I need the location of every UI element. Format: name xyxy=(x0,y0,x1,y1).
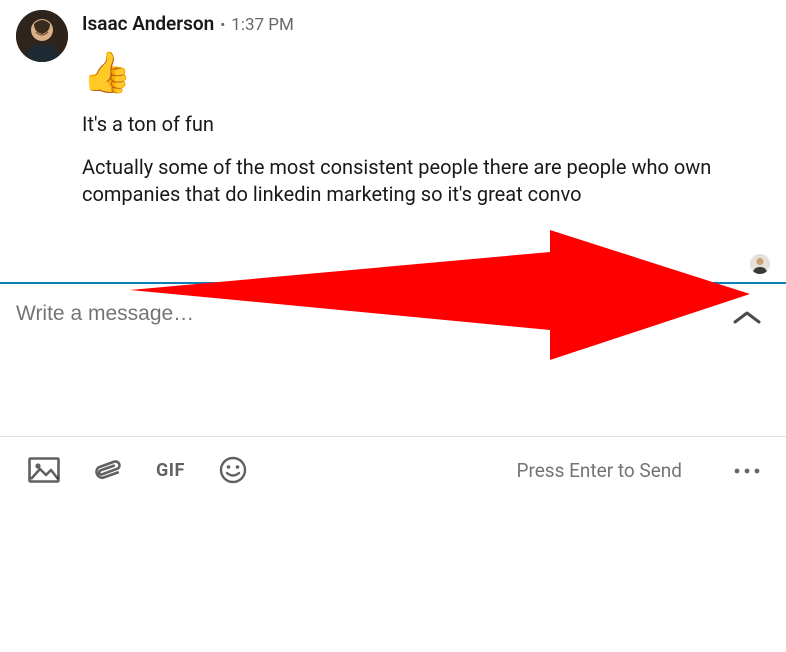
read-receipt-avatar[interactable] xyxy=(750,254,770,274)
message-header: Isaac Anderson • 1:37 PM xyxy=(82,12,770,35)
image-icon[interactable] xyxy=(28,455,60,485)
enter-to-send-hint[interactable]: Press Enter to Send xyxy=(516,459,682,482)
separator-dot: • xyxy=(220,16,225,34)
message-block: Isaac Anderson • 1:37 PM 👍 It's a ton of… xyxy=(16,10,770,224)
more-options-icon[interactable] xyxy=(732,461,762,480)
compose-area xyxy=(0,284,786,340)
reaction-emoji: 👍 xyxy=(82,53,770,93)
compose-toolbar: GIF Press Enter to Send xyxy=(0,437,786,485)
message-text-2: Actually some of the most consistent peo… xyxy=(82,154,722,208)
sender-name[interactable]: Isaac Anderson xyxy=(82,12,214,35)
message-text-1: It's a ton of fun xyxy=(82,111,722,138)
message-body: Isaac Anderson • 1:37 PM 👍 It's a ton of… xyxy=(82,10,770,224)
gif-icon[interactable]: GIF xyxy=(156,460,185,481)
collapse-chevron-icon[interactable] xyxy=(730,306,764,330)
sender-avatar[interactable] xyxy=(16,10,68,62)
compose-spacer xyxy=(0,340,786,436)
message-input[interactable] xyxy=(16,302,730,326)
message-area: Isaac Anderson • 1:37 PM 👍 It's a ton of… xyxy=(0,0,786,224)
read-receipt-row xyxy=(0,254,786,274)
emoji-icon[interactable] xyxy=(217,455,249,485)
message-timestamp: 1:37 PM xyxy=(231,15,294,35)
attachment-icon[interactable] xyxy=(92,455,124,485)
